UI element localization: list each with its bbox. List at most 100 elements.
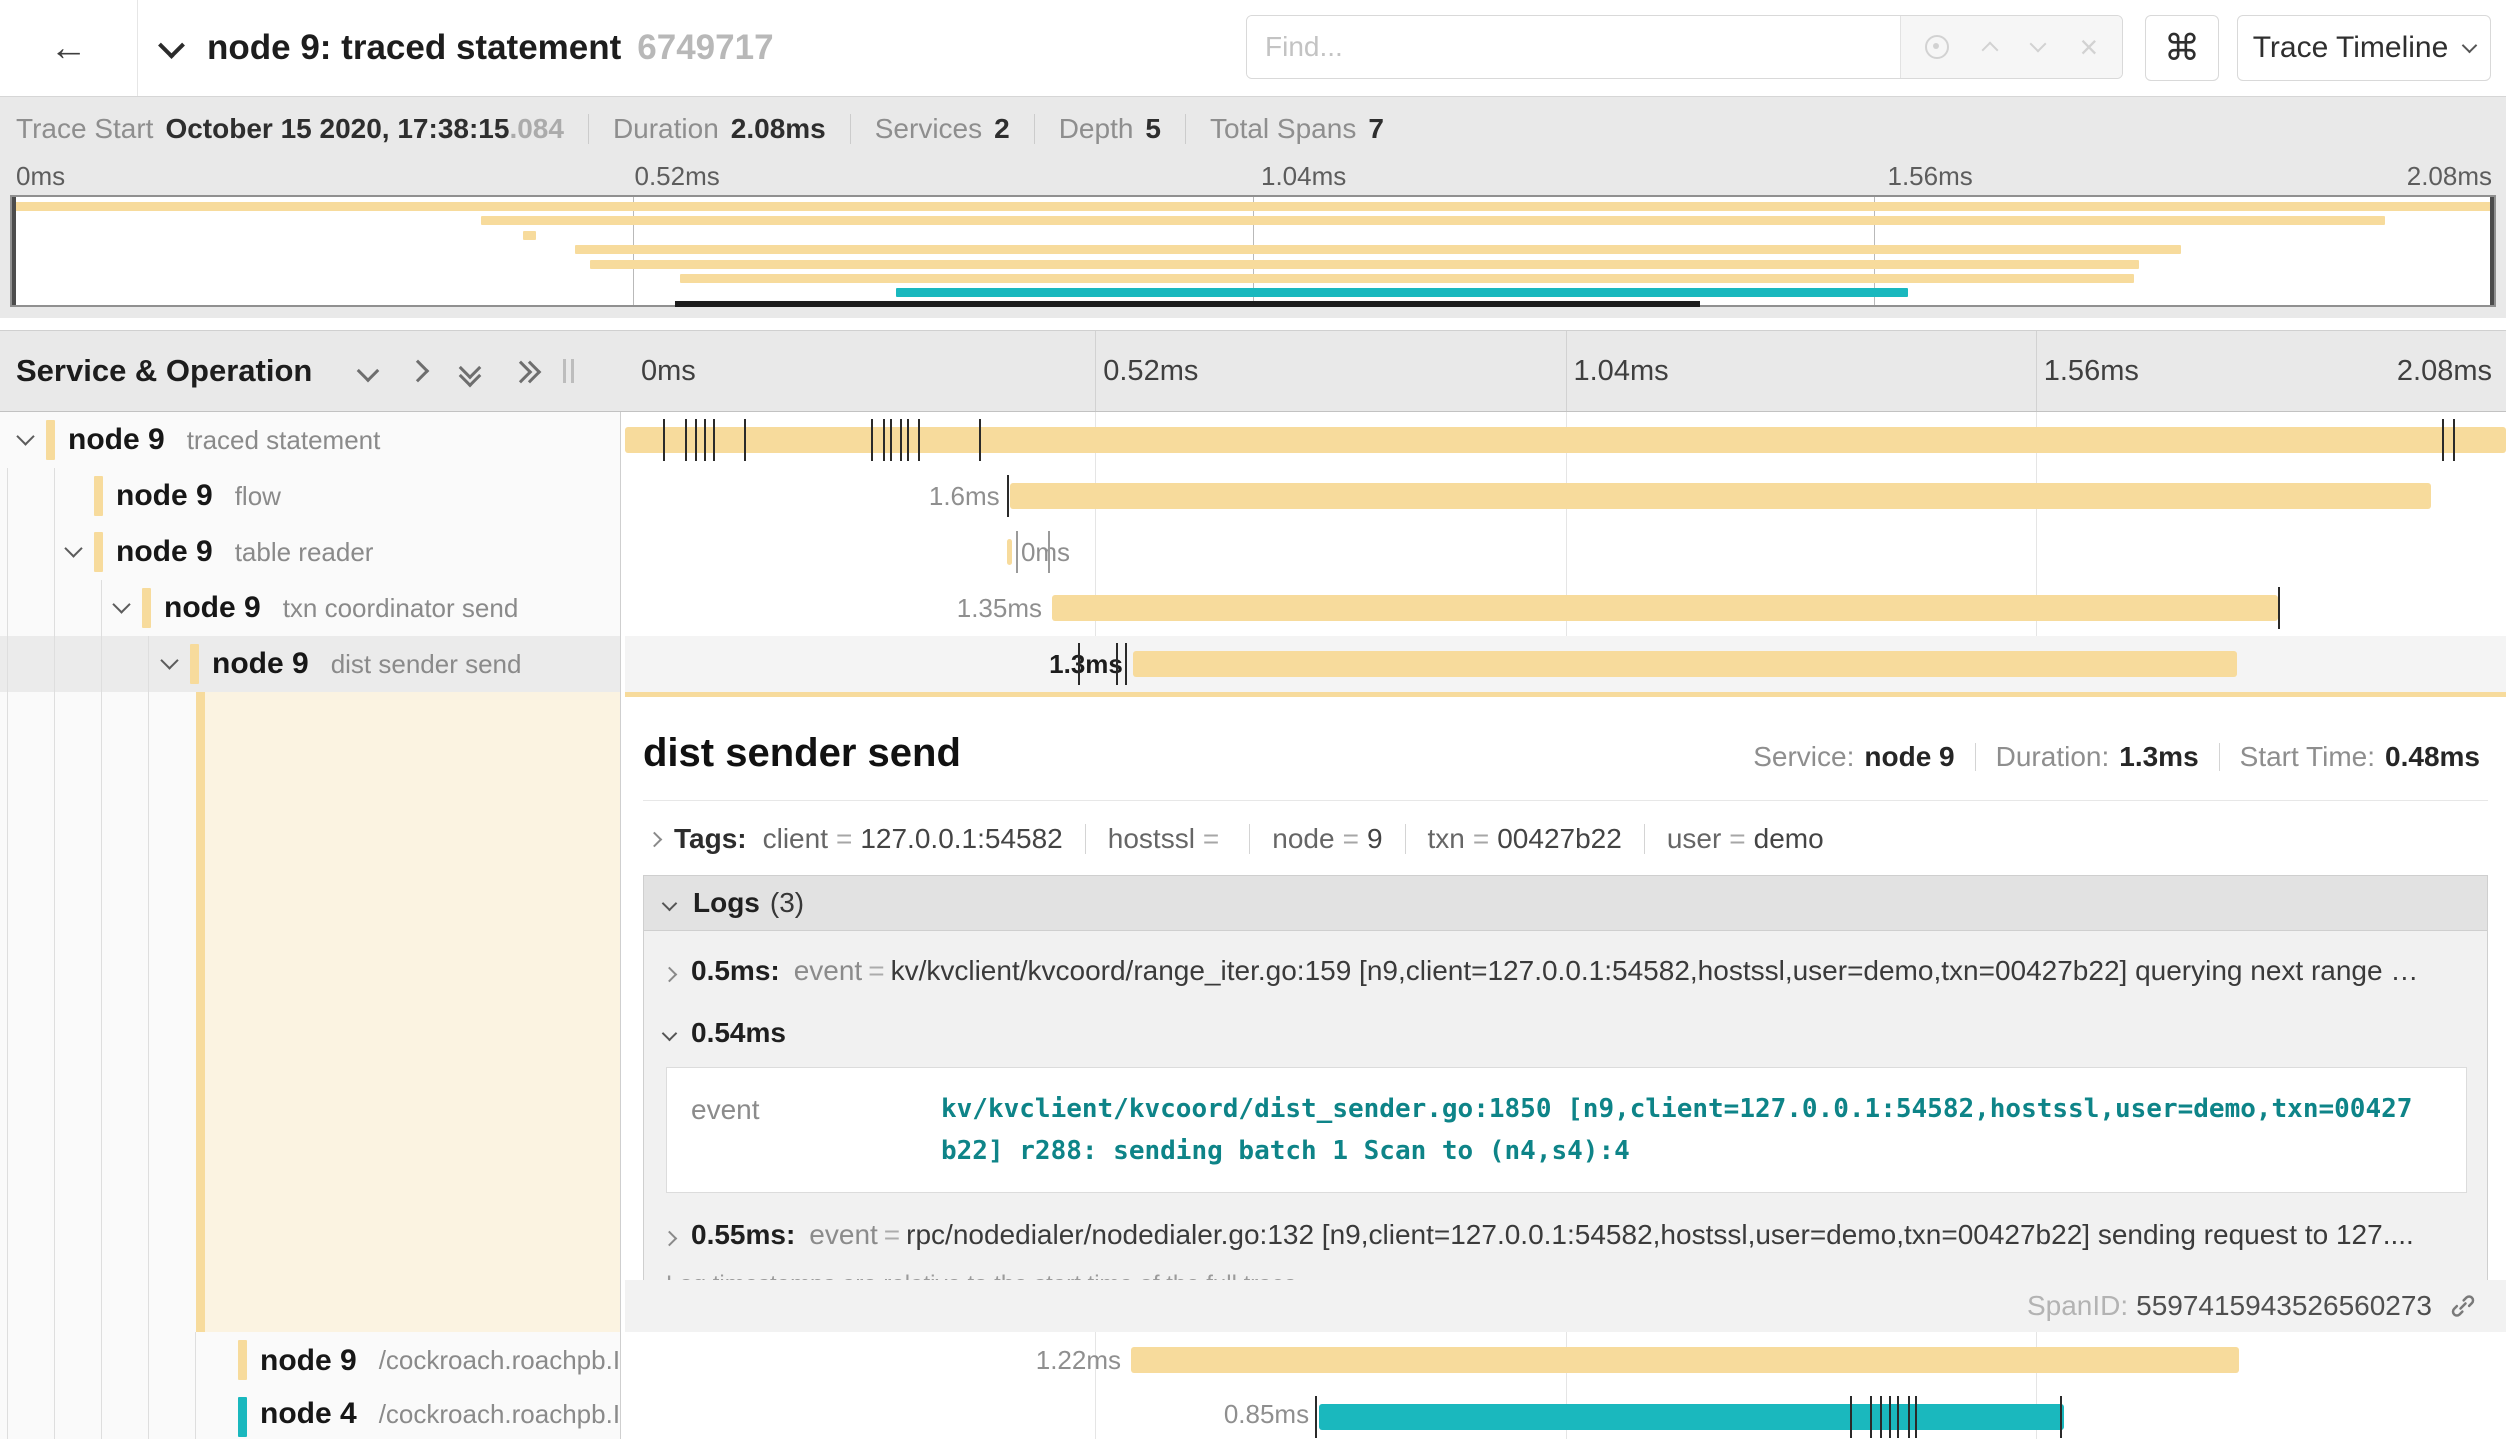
service-color-bar	[190, 644, 199, 684]
find-input[interactable]	[1247, 16, 1900, 78]
span-row-timeline-cell[interactable]	[625, 412, 2506, 468]
log-entry-expanded-header[interactable]: 0.54ms	[644, 991, 2487, 1049]
span-bar[interactable]	[1052, 595, 2278, 621]
log-time: 0.54ms	[691, 1017, 786, 1049]
keyboard-shortcuts-button[interactable]: ⌘	[2145, 15, 2219, 81]
span-row-timeline-cell[interactable]: 1.6ms	[625, 468, 2506, 524]
tags-row[interactable]: Tags: client=127.0.0.1:54582hostssl=node…	[649, 823, 2488, 855]
log-marker-tick	[663, 419, 665, 461]
column-resizer-grip[interactable]	[563, 359, 574, 383]
span-row-tree-cell[interactable]: node 9table reader	[0, 524, 620, 580]
collapse-trace-chevron-icon[interactable]	[158, 32, 185, 59]
logs-header[interactable]: Logs (3)	[644, 876, 2487, 931]
collapse-one-icon[interactable]	[357, 360, 380, 383]
span-row-timeline-cell[interactable]: 1.35ms	[625, 580, 2506, 636]
next-match-icon[interactable]	[2029, 36, 2046, 53]
span-row-timeline-cell[interactable]: 1.3ms	[625, 636, 2506, 692]
log-marker-tick	[883, 419, 885, 461]
timeline-tick-label: 1.56ms	[2044, 355, 2139, 388]
span-duration-label: 1.35ms	[957, 580, 1042, 636]
find-group: ×	[1246, 15, 2123, 79]
operation-name: traced statement	[187, 425, 381, 456]
span-bar[interactable]	[1007, 539, 1012, 565]
service-operation-title: Service & Operation	[16, 353, 312, 389]
tree-chevron-icon[interactable]	[163, 654, 176, 672]
expand-all-icon[interactable]	[513, 362, 537, 381]
timeline-tick-label: 1.04ms	[1574, 355, 1669, 388]
expand-one-icon[interactable]	[407, 360, 430, 383]
span-row-tree-cell[interactable]: node 9txn coordinator send	[0, 580, 620, 636]
span-row-tree-cell[interactable]: node 9traced statement	[0, 412, 620, 468]
span-row-tree-cell[interactable]: node 4/cockroach.roachpb.I...	[0, 1389, 620, 1439]
service-color-bar	[238, 1340, 247, 1380]
span-id-label: SpanID:	[2027, 1290, 2128, 1322]
log-marker-tick	[1880, 1396, 1882, 1438]
minimap-span	[680, 274, 2134, 283]
view-select-button[interactable]: Trace Timeline	[2237, 15, 2491, 81]
span-row[interactable]: node 9dist sender send1.3ms	[0, 636, 2506, 692]
deep-link-icon[interactable]	[2448, 1291, 2478, 1321]
tree-chevron-icon[interactable]	[19, 430, 32, 448]
collapse-all-icon[interactable]	[460, 359, 479, 383]
span-row[interactable]: node 9flow1.6ms	[0, 468, 2506, 524]
timeline-tick-label: 1.04ms	[1261, 161, 1346, 192]
timeline-tick-label: 2.08ms	[2397, 355, 2492, 388]
span-duration-label: 1.22ms	[1036, 1332, 1121, 1389]
pane-divider[interactable]	[620, 412, 621, 1439]
span-row[interactable]: node 9table reader0ms	[0, 524, 2506, 580]
clear-find-icon[interactable]: ×	[2080, 31, 2099, 63]
tree-chevron-icon[interactable]	[67, 542, 80, 560]
duration-meta-value: 1.3ms	[2119, 741, 2198, 773]
span-row-tree-cell[interactable]: node 9flow	[0, 468, 620, 524]
tag-item: client=127.0.0.1:54582	[763, 823, 1063, 855]
service-color-bar	[94, 476, 103, 516]
log-entry-collapsed[interactable]: 0.55ms: event = rpc/nodedialer/nodediale…	[644, 1195, 2487, 1255]
log-marker-tick	[1007, 475, 1009, 517]
span-row[interactable]: node 4/cockroach.roachpb.I... 0.85ms	[0, 1389, 2506, 1439]
span-bar[interactable]	[1131, 1347, 2239, 1373]
depth-value: 5	[1145, 113, 1161, 145]
span-row-timeline-cell[interactable]: 1.22ms	[625, 1332, 2506, 1389]
span-row[interactable]: node 9txn coordinator send 1.35ms	[0, 580, 2506, 636]
focus-match-icon[interactable]	[1925, 35, 1949, 59]
minimap-right-scrubber[interactable]	[2490, 197, 2494, 305]
span-row-tree-cell[interactable]: node 9dist sender send	[0, 636, 620, 692]
service-color-bar	[94, 532, 103, 572]
trace-start-value: October 15 2020, 17:38:15	[165, 113, 509, 145]
span-bar[interactable]	[1133, 651, 2237, 677]
span-row-tree-cell[interactable]: node 9/cockroach.roachpb.I...	[0, 1332, 620, 1389]
chevron-down-icon	[2462, 37, 2478, 53]
span-bar[interactable]	[1319, 1404, 2064, 1430]
span-row-timeline-cell[interactable]: 0.85ms	[625, 1389, 2506, 1439]
minimap-canvas[interactable]	[10, 195, 2496, 307]
span-row[interactable]: node 9/cockroach.roachpb.I... 1.22ms	[0, 1332, 2506, 1389]
log-marker-tick	[695, 419, 697, 461]
log-marker-tick	[1850, 1396, 1852, 1438]
span-row[interactable]: node 9traced statement	[0, 412, 2506, 468]
tree-chevron-icon[interactable]	[115, 598, 128, 616]
operation-name: /cockroach.roachpb.I...	[379, 1345, 620, 1376]
prev-match-icon[interactable]	[1982, 42, 1999, 59]
log-marker-tick	[890, 419, 892, 461]
log-marker-tick	[907, 419, 909, 461]
span-bar[interactable]	[1010, 483, 2431, 509]
minimap-span	[575, 245, 2181, 254]
logs-label: Logs	[693, 887, 760, 919]
log-marker-tick	[2060, 1396, 2062, 1438]
log-marker-tick	[1016, 531, 1018, 573]
operation-name: /cockroach.roachpb.I...	[379, 1399, 620, 1430]
trace-summary: Trace Start October 15 2020, 17:38:15 .0…	[0, 97, 2506, 161]
tags-label: Tags:	[674, 823, 747, 855]
timeline-tick-label: 0.52ms	[635, 161, 720, 192]
minimap-left-scrubber[interactable]	[12, 197, 16, 305]
span-duration-label: 0.85ms	[1224, 1389, 1309, 1439]
log-marker-tick	[744, 419, 746, 461]
tags-chevron-icon	[647, 831, 663, 847]
back-button[interactable]: ←	[0, 0, 138, 96]
span-row-timeline-cell[interactable]: 0ms	[625, 524, 2506, 580]
timeline-tick-label: 1.56ms	[1888, 161, 1973, 192]
logs-chevron-icon	[662, 895, 678, 911]
back-arrow-icon: ←	[50, 27, 88, 70]
log-entry-collapsed[interactable]: 0.5ms: event = kv/kvclient/kvcoord/range…	[644, 931, 2487, 991]
tag-item: node=9	[1272, 823, 1382, 855]
